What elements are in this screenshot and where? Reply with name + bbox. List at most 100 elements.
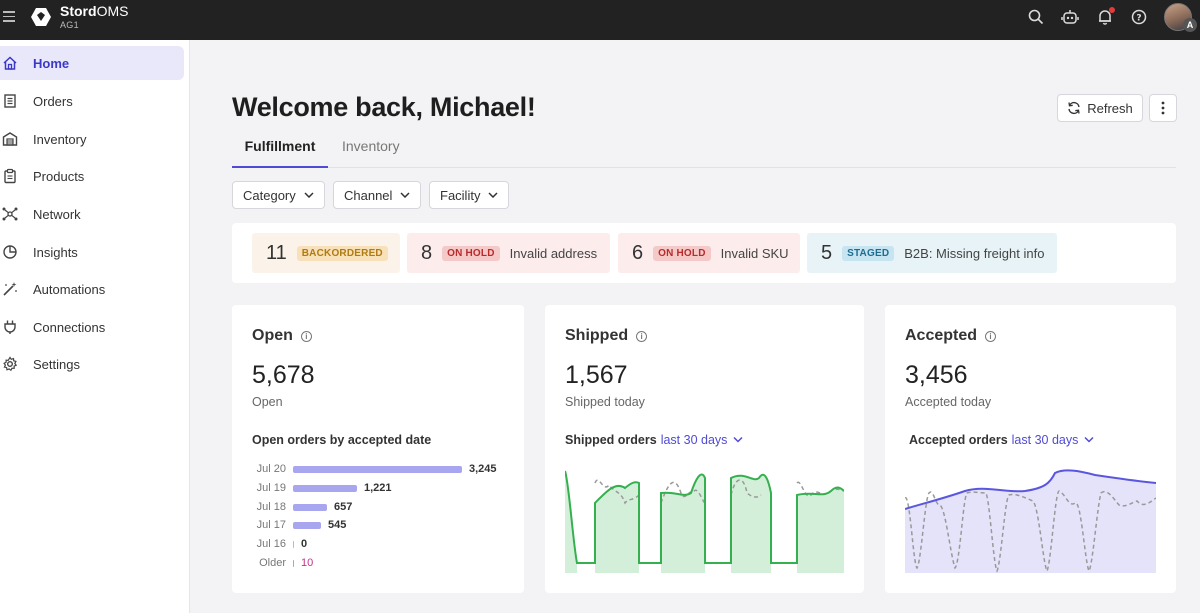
chart-title: Accepted orders last 30 days (909, 433, 1096, 447)
sidebar-item-connections[interactable]: Connections (0, 310, 184, 344)
page-title: Welcome back, Michael! (232, 92, 536, 122)
sidebar-item-label: Inventory (33, 131, 87, 147)
filter-label: Channel (344, 187, 393, 203)
clipboard-icon (2, 168, 18, 184)
home-icon (2, 55, 18, 71)
status-badge: ON HOLD (442, 245, 500, 261)
more-options-button[interactable] (1149, 94, 1177, 122)
user-avatar[interactable]: A (1164, 3, 1197, 32)
alert-invalid-sku[interactable]: 6 ON HOLD Invalid SKU (618, 233, 800, 273)
chart-title-text: Shipped orders (565, 433, 657, 447)
robot-icon[interactable] (1061, 8, 1079, 26)
bar[interactable] (293, 466, 462, 473)
alert-backordered[interactable]: 11 BACKORDERED (252, 233, 400, 273)
bar[interactable] (293, 541, 294, 549)
bar-row: Jul 19 1,221 (252, 482, 522, 496)
sidebar-item-label: Home (33, 55, 70, 71)
info-icon[interactable]: i (636, 330, 648, 342)
shipped-sub: Shipped today (565, 395, 645, 409)
info-icon[interactable]: i (985, 330, 997, 342)
pie-chart-icon (2, 244, 18, 260)
filter-category[interactable]: Category (232, 181, 325, 209)
gear-icon (2, 356, 18, 372)
sidebar-item-inventory[interactable]: Inventory (0, 122, 184, 156)
chevron-down-icon (304, 192, 314, 198)
open-count: 5,678 (252, 361, 315, 389)
filter-channel[interactable]: Channel (333, 181, 422, 209)
accepted-line-chart (905, 469, 1156, 573)
sidebar-item-label: Settings (33, 356, 80, 372)
search-icon[interactable] (1027, 8, 1045, 26)
bar[interactable] (293, 522, 321, 530)
sidebar-item-label: Insights (33, 244, 78, 260)
filter-label: Facility (440, 187, 481, 203)
chevron-down-icon[interactable] (1082, 436, 1096, 444)
info-icon[interactable]: i (300, 330, 312, 342)
range-dropdown[interactable]: last 30 days (1012, 433, 1079, 447)
bar-row: Jul 17 545 (252, 519, 522, 533)
accepted-card: Accepted i 3,456 Accepted today Accepted… (885, 305, 1176, 593)
alerts-bar: 11 BACKORDERED 8 ON HOLD Invalid address… (232, 223, 1176, 283)
tab-bar: Fulfillment Inventory (232, 136, 1176, 168)
sidebar-item-insights[interactable]: Insights (0, 235, 184, 269)
sidebar-item-orders[interactable]: Orders (0, 84, 184, 118)
open-card: Open i 5,678 Open Open orders by accepte… (232, 305, 524, 593)
status-badge: BACKORDERED (296, 245, 388, 261)
bar-row: Jul 18 657 (252, 501, 522, 515)
bar-value: 657 (334, 500, 353, 513)
tab-inventory[interactable]: Inventory (342, 138, 400, 168)
sidebar: Home Orders Inventory Products Network I… (0, 40, 190, 613)
tab-fulfillment[interactable]: Fulfillment (232, 138, 328, 168)
chart-title: Open orders by accepted date (252, 433, 432, 447)
help-icon[interactable]: ? (1130, 8, 1148, 26)
stord-logo[interactable] (30, 6, 52, 28)
filter-label: Category (243, 187, 296, 203)
sidebar-item-home[interactable]: Home (0, 46, 184, 80)
chart-title: Shipped orders last 30 days (565, 433, 745, 447)
bar-label: Older (259, 557, 286, 569)
chevron-down-icon[interactable] (731, 436, 745, 444)
bar-value: 545 (328, 519, 347, 532)
sidebar-item-settings[interactable]: Settings (0, 347, 184, 381)
sidebar-item-label: Automations (33, 281, 106, 297)
sidebar-item-label: Network (33, 206, 81, 222)
bar-value: 3,245 (469, 463, 497, 475)
bar[interactable] (293, 484, 357, 492)
bar-label: Jul 20 (256, 463, 286, 475)
alert-invalid-address[interactable]: 8 ON HOLD Invalid address (407, 233, 610, 273)
wand-icon (2, 281, 18, 297)
svg-text:?: ? (1136, 14, 1141, 24)
sidebar-item-label: Connections (33, 319, 106, 335)
bar[interactable] (293, 503, 327, 511)
avatar-badge: A (1183, 18, 1197, 32)
open-sub: Open (252, 395, 283, 409)
brand-name: StordOMS (60, 3, 129, 19)
refresh-label: Refresh (1087, 100, 1133, 116)
card-title-text: Open (252, 327, 293, 344)
alert-missing-freight[interactable]: 5 STAGED B2B: Missing freight info (807, 233, 1057, 273)
alert-count: 5 (821, 241, 833, 264)
card-title: Shipped i (565, 327, 648, 345)
chevron-down-icon (488, 192, 498, 198)
alert-text: Invalid SKU (720, 245, 789, 261)
accepted-sub: Accepted today (905, 395, 992, 409)
bar-row: Jul 16 0 (252, 538, 522, 552)
shipped-line-chart (565, 470, 844, 573)
menu-icon[interactable] (3, 11, 15, 22)
kebab-menu-icon (1161, 101, 1165, 115)
card-title: Accepted i (905, 327, 997, 345)
refresh-button[interactable]: Refresh (1057, 94, 1143, 122)
sidebar-item-network[interactable]: Network (0, 197, 184, 231)
bar-label: Jul 18 (256, 500, 286, 513)
bar-value: 10 (301, 557, 314, 569)
top-bar: StordOMS AG1 ? A (0, 0, 1200, 40)
alert-count: 11 (266, 241, 287, 264)
bell-icon[interactable] (1096, 7, 1115, 26)
alert-text: Invalid address (509, 245, 598, 261)
sidebar-item-products[interactable]: Products (0, 159, 184, 193)
bar[interactable] (293, 560, 294, 567)
filter-facility[interactable]: Facility (429, 181, 510, 209)
range-dropdown[interactable]: last 30 days (661, 433, 728, 447)
warehouse-icon (2, 131, 18, 147)
sidebar-item-automations[interactable]: Automations (0, 272, 184, 306)
